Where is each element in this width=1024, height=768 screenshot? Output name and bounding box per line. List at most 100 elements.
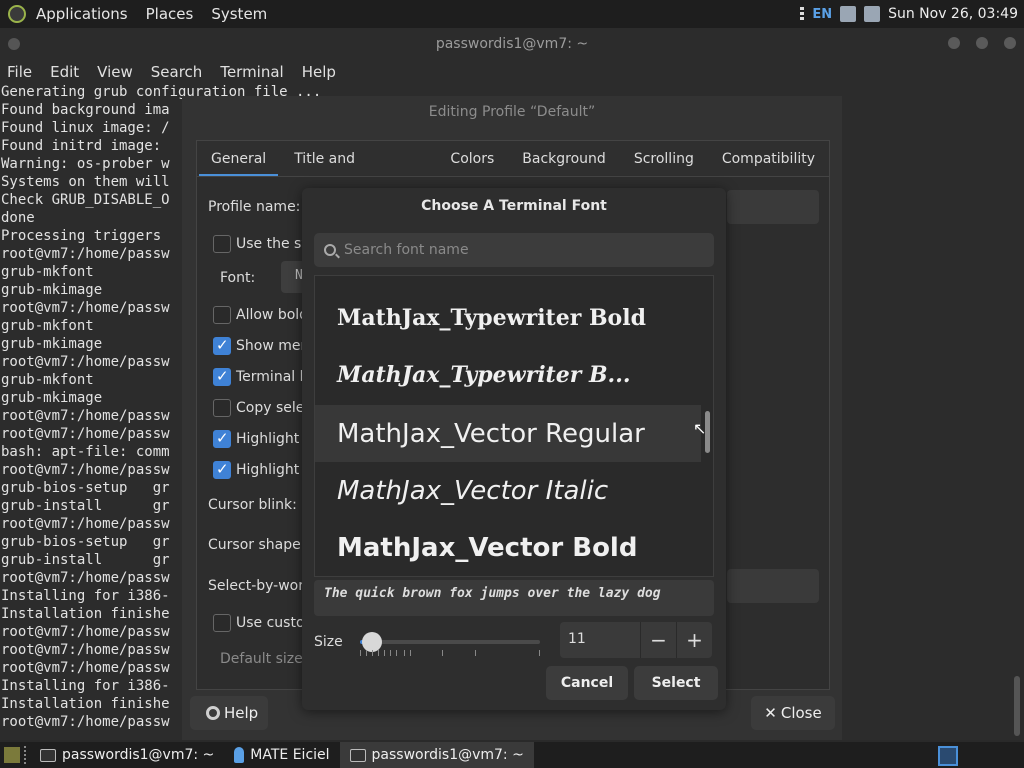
panel-separator bbox=[24, 746, 26, 764]
terminal-scrollbar[interactable] bbox=[1014, 676, 1020, 736]
highlight-s-checkbox[interactable] bbox=[213, 429, 231, 448]
show-menubar-checkbox[interactable] bbox=[213, 336, 231, 355]
terminal-line: root@vm7:/home/passw bbox=[1, 300, 170, 316]
menu-file[interactable]: File bbox=[7, 63, 32, 81]
taskbar-item-terminal-active[interactable]: passwordis1@vm7: ~ bbox=[339, 742, 534, 768]
cursor-blink-label: Cursor blink: bbox=[208, 497, 297, 513]
font-search-input[interactable] bbox=[344, 242, 684, 258]
help-icon bbox=[206, 706, 220, 720]
size-slider[interactable] bbox=[360, 640, 540, 644]
profile-name-field[interactable] bbox=[727, 190, 819, 224]
terminal-line: Installing for i386- bbox=[1, 678, 170, 694]
select-by-word-field[interactable] bbox=[727, 569, 819, 603]
menu-view[interactable]: View bbox=[97, 63, 133, 81]
terminal-line: Check GRUB_DISABLE_O bbox=[1, 192, 170, 208]
window-menu-icon[interactable] bbox=[8, 38, 20, 50]
taskbar-item-eiciel[interactable]: MATE Eiciel bbox=[224, 742, 339, 768]
terminal-line: grub-mkimage bbox=[1, 390, 103, 406]
use-system-font-label: Use the sy bbox=[236, 236, 310, 252]
font-list-item[interactable]: MathJax_Vector Bold bbox=[315, 519, 701, 576]
font-list[interactable]: MathJax_Typewriter Bold MathJax_Typewrit… bbox=[314, 275, 714, 577]
terminal-line: grub-mkfont bbox=[1, 318, 94, 334]
font-list-item[interactable]: MathJax_Typewriter B... bbox=[315, 346, 701, 403]
size-slider-handle[interactable] bbox=[362, 632, 382, 652]
taskbar-item-terminal[interactable]: passwordis1@vm7: ~ bbox=[30, 742, 224, 768]
clock[interactable]: Sun Nov 26, 03:49 bbox=[888, 6, 1018, 22]
taskbar-item-label: passwordis1@vm7: ~ bbox=[62, 747, 215, 763]
cancel-button[interactable]: Cancel bbox=[546, 666, 628, 700]
terminal-line: Found initrd image: bbox=[1, 138, 170, 154]
main-menu: Applications Places System bbox=[0, 5, 267, 23]
close-button-label: Close bbox=[780, 704, 822, 722]
terminal-line: Found background ima bbox=[1, 102, 170, 118]
tab-general[interactable]: General bbox=[197, 141, 280, 177]
terminal-line: Processing triggers bbox=[1, 228, 170, 244]
allow-bold-label: Allow bold bbox=[236, 307, 309, 323]
font-list-item-selected[interactable]: MathJax_Vector Regular bbox=[315, 405, 701, 462]
terminal-line: root@vm7:/home/passw bbox=[1, 570, 170, 586]
font-list-item[interactable]: MathJax_Vector Italic bbox=[315, 462, 701, 519]
minimize-icon[interactable] bbox=[948, 37, 960, 49]
terminal-line: Installation finishe bbox=[1, 606, 170, 622]
network-icon[interactable] bbox=[864, 6, 881, 22]
menu-terminal[interactable]: Terminal bbox=[220, 63, 283, 81]
allow-bold-checkbox[interactable] bbox=[213, 306, 231, 324]
font-search-box[interactable] bbox=[314, 233, 714, 267]
terminal-line: root@vm7:/home/passw bbox=[1, 660, 170, 676]
terminal-line: grub-bios-setup gr bbox=[1, 534, 170, 550]
menu-places[interactable]: Places bbox=[146, 5, 194, 23]
terminal-output[interactable]: Generating grub configuration file ... Fo… bbox=[1, 83, 321, 731]
maximize-icon[interactable] bbox=[976, 37, 988, 49]
tab-title-and-command[interactable]: Title and Command bbox=[280, 141, 436, 203]
menu-system[interactable]: System bbox=[211, 5, 267, 23]
search-icon bbox=[324, 244, 336, 256]
terminal-line: grub-mkimage bbox=[1, 336, 103, 352]
select-button[interactable]: Select bbox=[634, 666, 718, 700]
tab-scrolling[interactable]: Scrolling bbox=[620, 141, 708, 177]
menu-help[interactable]: Help bbox=[302, 63, 336, 81]
size-increase-button[interactable]: + bbox=[676, 622, 712, 658]
terminal-line: Warning: os-prober w bbox=[1, 156, 170, 172]
terminal-line: done bbox=[1, 210, 35, 226]
tab-background[interactable]: Background bbox=[508, 141, 620, 177]
menu-applications[interactable]: Applications bbox=[36, 5, 128, 23]
terminal-line: root@vm7:/home/passw bbox=[1, 426, 170, 442]
show-desktop-icon[interactable] bbox=[4, 747, 20, 763]
highlight-u-checkbox[interactable] bbox=[213, 460, 231, 479]
keyboard-layout-indicator[interactable]: EN bbox=[812, 7, 832, 22]
terminal-titlebar[interactable]: passwordis1@vm7: ~ bbox=[0, 28, 1024, 60]
cursor-shape-label: Cursor shape: bbox=[208, 537, 306, 553]
mate-logo-icon[interactable] bbox=[8, 5, 26, 23]
tab-compatibility[interactable]: Compatibility bbox=[708, 141, 829, 177]
size-decrease-button[interactable]: − bbox=[640, 622, 676, 658]
menu-edit[interactable]: Edit bbox=[50, 63, 79, 81]
menu-search[interactable]: Search bbox=[151, 63, 203, 81]
profile-name-label: Profile name: bbox=[208, 199, 301, 215]
workspace-switcher[interactable] bbox=[938, 746, 958, 766]
size-label: Size bbox=[314, 634, 343, 650]
mouse-pointer-icon: ↖ bbox=[693, 419, 707, 438]
font-list-item[interactable]: MathJax_Typewriter Bold bbox=[315, 289, 701, 346]
default-size-label: Default size: bbox=[220, 651, 308, 667]
volume-icon[interactable] bbox=[840, 6, 857, 22]
font-chooser-title: Choose A Terminal Font bbox=[421, 198, 607, 214]
terminal-line: root@vm7:/home/passw bbox=[1, 246, 170, 262]
terminal-line: Found linux image: / bbox=[1, 120, 170, 136]
copy-selection-label: Copy selec bbox=[236, 400, 313, 416]
help-button[interactable]: Help bbox=[190, 696, 268, 730]
tab-colors[interactable]: Colors bbox=[436, 141, 508, 177]
close-window-icon[interactable] bbox=[1004, 37, 1016, 49]
terminal-bell-checkbox[interactable] bbox=[213, 367, 231, 386]
font-preview[interactable]: The quick brown fox jumps over the lazy … bbox=[314, 580, 714, 616]
use-custom-size-checkbox[interactable] bbox=[213, 614, 231, 632]
select-by-word-label: Select-by-wor bbox=[208, 578, 304, 594]
terminal-line: grub-mkfont bbox=[1, 264, 94, 280]
use-system-font-checkbox[interactable] bbox=[213, 235, 231, 253]
size-spinbutton: 11 − + bbox=[560, 622, 712, 658]
terminal-line: root@vm7:/home/passw bbox=[1, 354, 170, 370]
close-button[interactable]: ✕ Close bbox=[751, 696, 835, 730]
copy-selection-checkbox[interactable] bbox=[213, 399, 231, 417]
taskbar-item-label: MATE Eiciel bbox=[250, 747, 330, 763]
size-value-input[interactable]: 11 bbox=[560, 622, 640, 658]
top-panel: Applications Places System EN Sun Nov 26… bbox=[0, 0, 1024, 28]
